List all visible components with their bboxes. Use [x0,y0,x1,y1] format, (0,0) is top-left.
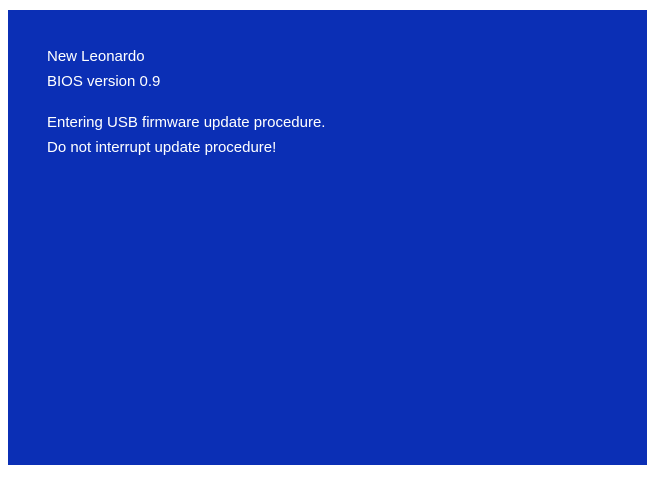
warning-line: Do not interrupt update procedure! [47,139,277,156]
bios-update-screen: New Leonardo BIOS version 0.9 Entering U… [8,10,647,465]
update-status-line: Entering USB firmware update procedure. [47,114,326,131]
bios-version-line: BIOS version 0.9 [47,73,161,90]
bios-message-block: New Leonardo BIOS version 0.9 Entering U… [47,44,325,160]
device-name-line: New Leonardo [47,48,145,65]
